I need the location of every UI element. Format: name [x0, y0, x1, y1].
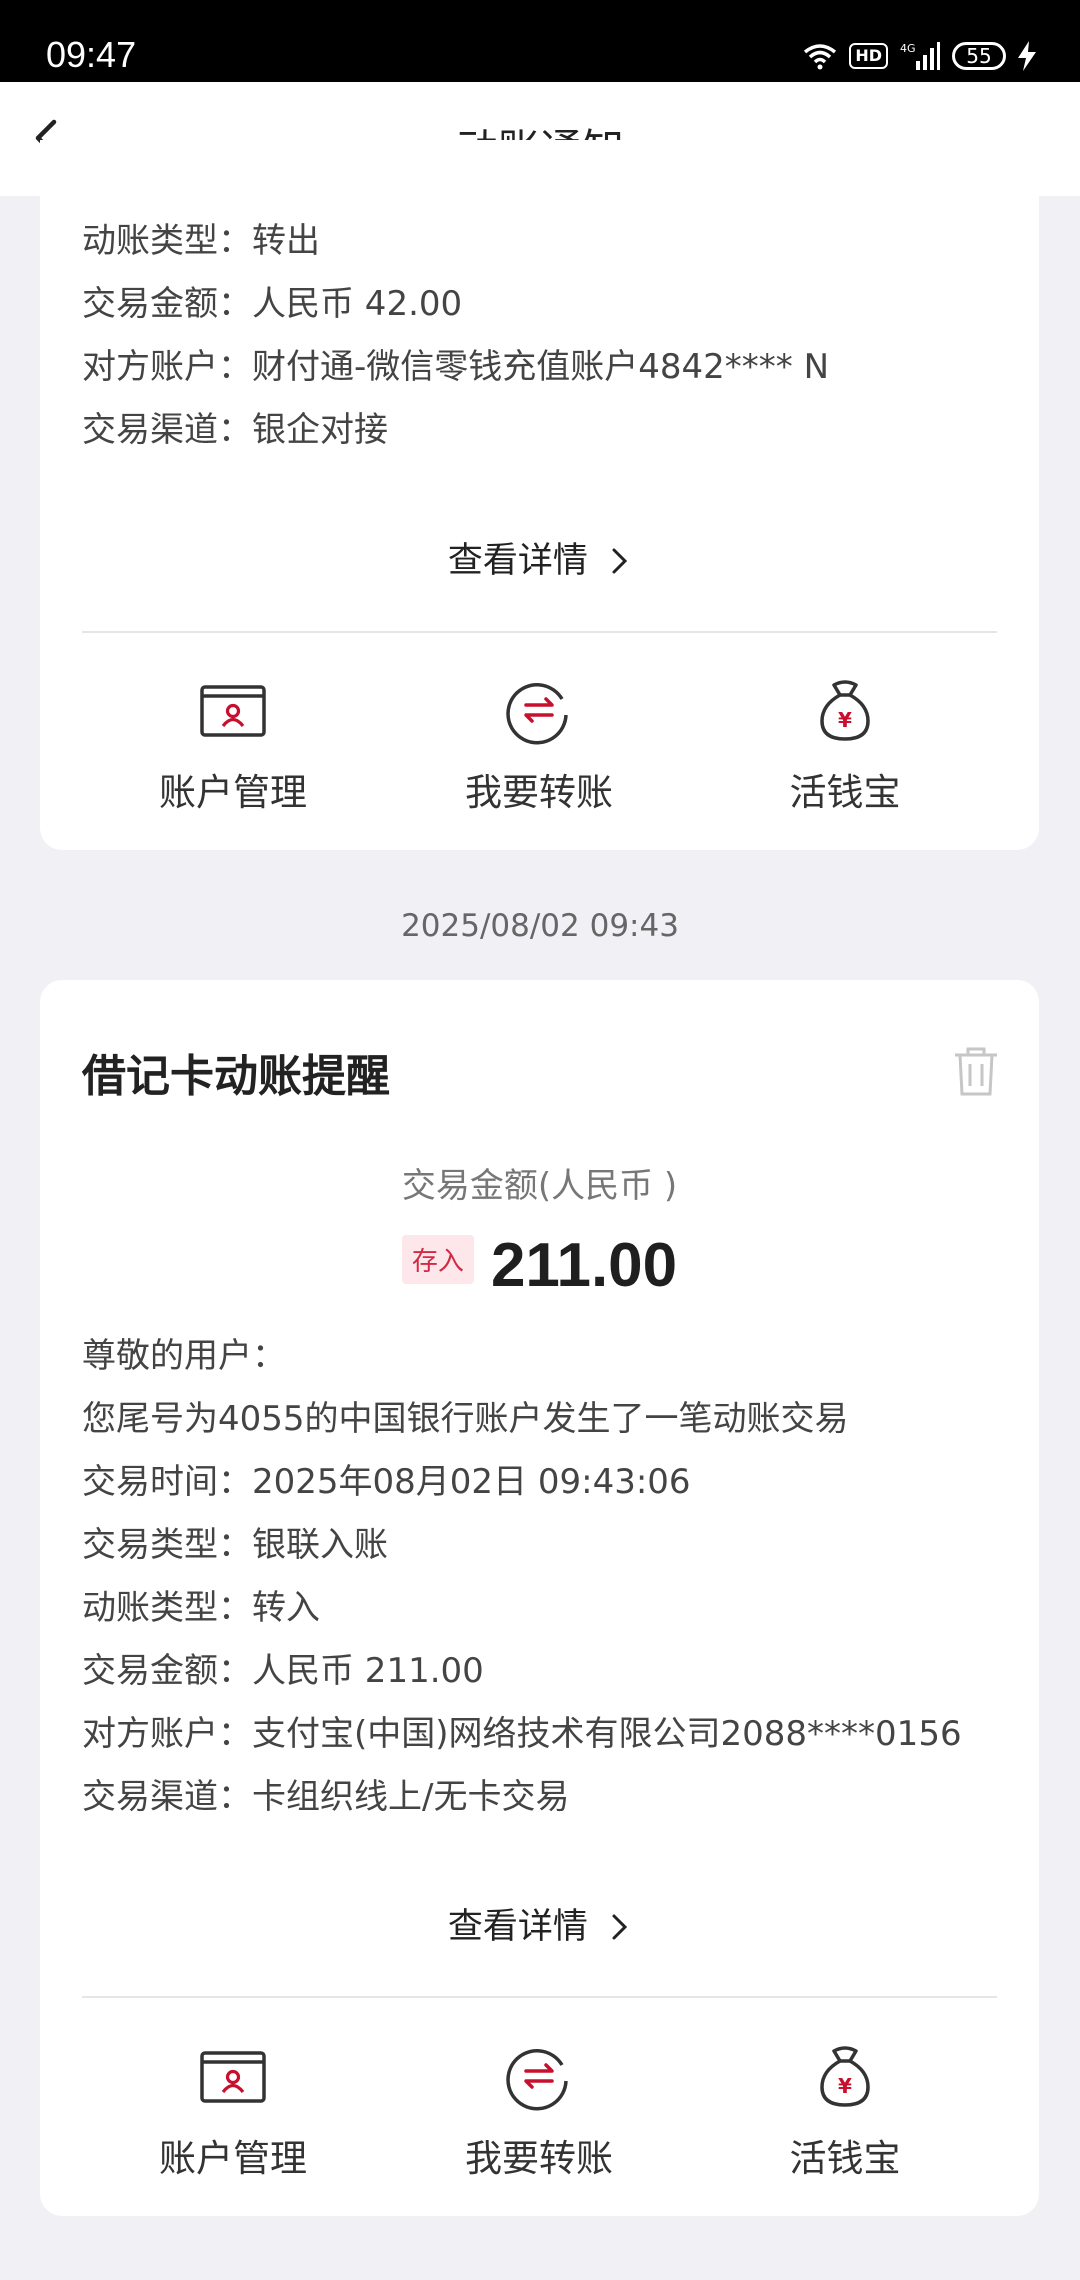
- info-line: 交易渠道：卡组织线上/无卡交易: [82, 1777, 570, 1817]
- view-details-link[interactable]: 查看详情: [40, 1898, 1039, 1949]
- divider: [82, 631, 997, 633]
- status-icons: HD 4G 55: [803, 36, 1036, 76]
- svg-text:4G: 4G: [900, 42, 916, 55]
- info-line: 对方账户：支付宝(中国)网络技术有限公司2088****0156: [82, 1714, 962, 1754]
- notification-card: 借记卡动账提醒 交易金额(人民币 ) 存入 211.00 尊敬的用户： 您尾号为…: [40, 980, 1039, 2216]
- info-line: 交易类型：银联入账: [82, 1525, 388, 1565]
- quick-actions: 账户管理 我要转账 ¥ 活钱宝: [40, 2036, 1039, 2182]
- action-label: 账户管理: [159, 2137, 307, 2180]
- notification-timestamp: 2025/08/02 09:43: [401, 908, 679, 944]
- hd-icon: HD: [849, 43, 888, 69]
- account-management-button[interactable]: 账户管理: [80, 2036, 386, 2182]
- charging-bolt-icon: [1018, 41, 1036, 71]
- info-line: 动账类型：转入: [82, 1588, 320, 1628]
- money-bag-icon: ¥: [820, 2046, 870, 2107]
- quick-actions: 账户管理 我要转账 ¥ 活钱宝: [40, 670, 1039, 816]
- info-line: 对方账户：财付通-微信零钱充值账户4842**** N: [82, 347, 830, 387]
- action-label: 活钱宝: [789, 771, 901, 814]
- card-title: 借记卡动账提醒: [82, 1051, 390, 1102]
- info-line: 尊敬的用户：: [82, 1336, 286, 1376]
- transfer-icon: [506, 683, 568, 745]
- view-details-label: 查看详情: [447, 541, 588, 581]
- delete-button[interactable]: [953, 1046, 999, 1100]
- info-line: 动账类型：转出: [82, 221, 320, 261]
- action-label: 账户管理: [159, 771, 307, 814]
- info-line: 交易渠道：银企对接: [82, 410, 388, 450]
- deposit-badge: 存入: [401, 1235, 474, 1284]
- divider: [82, 1996, 997, 1998]
- view-details-link[interactable]: 查看详情: [40, 532, 1039, 583]
- svg-text:¥: ¥: [838, 2074, 852, 2098]
- huoqianbao-button[interactable]: ¥ 活钱宝: [692, 670, 998, 816]
- account-management-button[interactable]: 账户管理: [80, 670, 386, 816]
- info-line: 交易金额：人民币 211.00: [82, 1651, 484, 1691]
- huoqianbao-button[interactable]: ¥ 活钱宝: [692, 2036, 998, 2182]
- info-line: 您尾号为4055的中国银行账户发生了一笔动账交易: [82, 1399, 849, 1439]
- info-line: 交易时间：2025年08月02日 09:43:06: [82, 1462, 691, 1502]
- notification-card: 动账类型：转出 交易金额：人民币 42.00 对方账户：财付通-微信零钱充值账户…: [40, 140, 1039, 850]
- transfer-button[interactable]: 我要转账: [386, 670, 692, 816]
- transaction-amount: 211.00: [490, 1231, 678, 1300]
- battery-icon: 55: [952, 42, 1006, 70]
- view-details-label: 查看详情: [447, 1907, 588, 1947]
- action-label: 活钱宝: [789, 2137, 901, 2180]
- amount-label: 交易金额(人民币 ): [401, 1166, 678, 1206]
- svg-text:¥: ¥: [838, 708, 852, 732]
- status-time: 09:47: [46, 34, 137, 75]
- action-label: 我要转账: [465, 771, 613, 814]
- chevron-right-icon: [612, 548, 628, 574]
- info-line: 交易金额：人民币 42.00: [82, 284, 463, 324]
- transfer-icon: [506, 2049, 568, 2111]
- trash-icon: [955, 1047, 997, 1096]
- money-bag-icon: ¥: [820, 680, 870, 741]
- action-label: 我要转账: [465, 2137, 613, 2180]
- account-card-icon: [200, 685, 266, 737]
- amount-row: 存入 211.00: [40, 1230, 1039, 1301]
- status-bar: 09:47 HD 4G 55: [0, 0, 1080, 82]
- cellular-signal-icon: 4G: [900, 42, 940, 70]
- wifi-icon: [804, 44, 837, 70]
- transfer-button[interactable]: 我要转账: [386, 2036, 692, 2182]
- account-card-icon: [200, 2051, 266, 2103]
- chevron-right-icon: [612, 1914, 628, 1940]
